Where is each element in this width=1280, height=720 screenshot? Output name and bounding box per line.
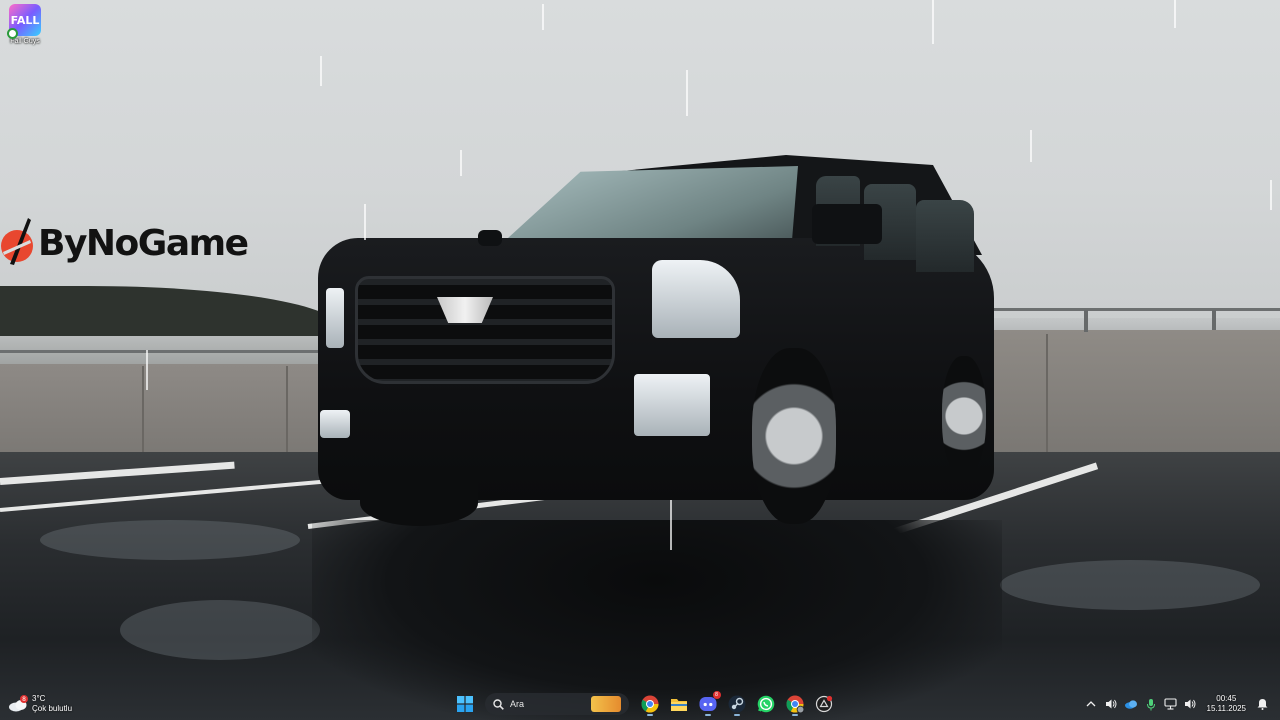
wallpaper-railing-post: [1212, 310, 1216, 330]
tray-network[interactable]: [1161, 694, 1181, 714]
taskbar-app-whatsapp[interactable]: [753, 691, 779, 717]
wallpaper-car-headlight: [326, 288, 344, 348]
wallpaper-car-headlight: [652, 260, 740, 338]
wallpaper-barrier-right: [980, 330, 1280, 454]
taskbar-search-box[interactable]: Ara: [485, 693, 629, 715]
wallpaper-car-front-tire: [360, 480, 478, 526]
microphone-icon: [1146, 698, 1155, 710]
wallpaper-railing-left: [0, 350, 330, 353]
steam-icon: [728, 695, 745, 713]
network-icon: [1164, 698, 1177, 710]
wallpaper-rain-streak: [460, 150, 462, 176]
search-highlight-image: [591, 696, 621, 712]
wallpaper-puddle: [40, 520, 300, 560]
taskbar-app-chrome-profile[interactable]: [782, 691, 808, 717]
bynogame-logo-mark-icon: [0, 216, 36, 270]
wallpaper-car-foglight: [634, 374, 710, 436]
taskbar-app-chrome[interactable]: [637, 691, 663, 717]
desktop-shortcut-fall-guys[interactable]: FALL Fall Guys: [4, 4, 46, 52]
wallpaper-car-grille: [355, 276, 615, 384]
wallpaper-rain-streak: [1030, 130, 1032, 162]
taskbar-center-group: Ara 8: [450, 690, 838, 718]
wallpaper-railing-post: [1084, 310, 1088, 332]
desktop-wallpaper: [0, 0, 1280, 720]
cloudy-weather-icon: 8: [8, 695, 28, 713]
wallpaper-barrier-left: [0, 364, 330, 456]
wallpaper-rain-streak: [1270, 180, 1272, 210]
weather-widget[interactable]: 8 3°C Çok bulutlu: [8, 692, 72, 716]
wallpaper-barrier-seam: [142, 366, 144, 454]
notification-center-button[interactable]: [1252, 694, 1272, 714]
wallpaper-rain-streak: [932, 0, 934, 44]
wallpaper-car-rear-wheel: [942, 356, 986, 476]
cloud-icon: [1124, 700, 1137, 709]
wallpaper-barrier-seam: [286, 366, 288, 454]
wallpaper-rain-streak: [320, 56, 322, 86]
wallpaper-barrier-seam: [1046, 334, 1048, 452]
chevron-up-icon: [1086, 701, 1096, 707]
taskbar-clock[interactable]: 00:45 15.11.2025: [1207, 694, 1246, 714]
system-tray: 00:45 15.11.2025: [1081, 692, 1272, 716]
bynogame-logo-text: ByNoGame: [38, 222, 249, 264]
notification-bell-icon: [1257, 699, 1267, 710]
volume-icon: [1185, 699, 1196, 709]
desktop-shortcut-label: Fall Guys: [10, 38, 40, 45]
chrome-icon: [641, 695, 658, 713]
wallpaper-railing-right: [990, 308, 1280, 311]
whatsapp-icon: [757, 695, 774, 713]
fall-guys-icon: FALL: [7, 4, 41, 39]
wallpaper-rain-streak: [686, 70, 688, 116]
taskbar-app-discord[interactable]: 8: [695, 691, 721, 717]
tray-onedrive[interactable]: [1121, 694, 1141, 714]
wallpaper-car-mirror: [812, 204, 882, 244]
wallpaper-car-window: [916, 200, 974, 272]
chrome-profile-icon: [786, 695, 804, 713]
clock-time: 00:45: [1216, 694, 1237, 703]
app-icon: [815, 695, 832, 713]
start-button[interactable]: [452, 691, 478, 717]
wallpaper-puddle: [1000, 560, 1260, 610]
speaker-icon: [1105, 699, 1117, 709]
folder-icon: [670, 699, 687, 711]
discord-icon: [699, 697, 716, 711]
tray-volume-mixer[interactable]: [1101, 694, 1121, 714]
show-hidden-icons-button[interactable]: [1081, 694, 1101, 714]
wallpaper-car-foglight: [320, 410, 350, 438]
search-icon: [493, 698, 504, 710]
taskbar-app-steam[interactable]: [724, 691, 750, 717]
discord-notification-badge: 8: [712, 691, 721, 699]
weather-condition: Çok bulutlu: [32, 704, 73, 713]
wallpaper-rain-streak: [364, 204, 366, 240]
bynogame-logo: ByNoGame: [0, 216, 249, 270]
wallpaper-puddle: [120, 600, 320, 660]
clock-date: 15.11.2025: [1206, 704, 1246, 713]
windows-start-icon: [456, 696, 473, 712]
wallpaper-rain-streak: [542, 4, 544, 30]
wallpaper-rain-streak: [670, 500, 672, 550]
weather-badge-count: 8: [22, 696, 26, 703]
tray-microphone[interactable]: [1141, 694, 1161, 714]
fall-guys-icon-art-text: FALL: [10, 13, 40, 27]
shortcut-overlay-icon: [7, 28, 18, 39]
wallpaper-rain-streak: [1174, 0, 1176, 28]
wallpaper-car-front-wheel: [752, 348, 836, 524]
weather-temperature: 3°C: [32, 694, 46, 703]
taskbar-app-generic[interactable]: [811, 691, 837, 717]
wallpaper-car-mirror: [478, 230, 502, 246]
taskbar-app-file-explorer[interactable]: [666, 691, 692, 717]
search-placeholder: Ara: [510, 699, 525, 709]
tray-volume[interactable]: [1181, 694, 1201, 714]
wallpaper-rain-streak: [146, 350, 148, 390]
